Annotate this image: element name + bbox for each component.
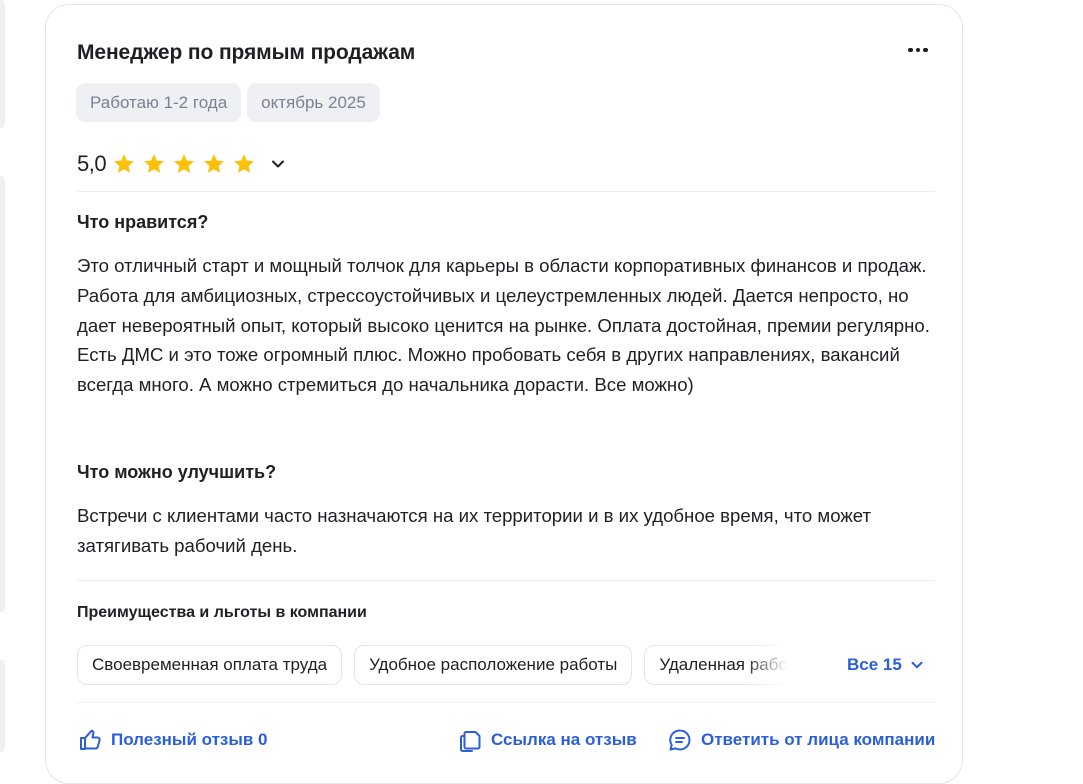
likes-text: Это отличный старт и мощный толчок для к… (77, 255, 930, 396)
divider (77, 191, 935, 192)
benefit-chip: Удобное расположение работы (354, 645, 633, 685)
useful-review-label: Полезный отзыв 0 (111, 730, 268, 749)
copy-icon (460, 731, 481, 752)
rating-stars (112, 152, 256, 176)
chevron-down-icon[interactable] (268, 154, 288, 174)
thumb-up-icon (80, 729, 101, 750)
review-actions: Полезный отзыв 0 Ссылка на отзыв Ответит… (77, 727, 937, 759)
more-options-button[interactable] (904, 39, 932, 61)
benefit-chip: Своевременная оплата труда (77, 645, 343, 685)
show-all-label: Все 15 (847, 655, 902, 674)
star-icon (174, 154, 194, 173)
reply-as-company-button[interactable]: Ответить от лица компании (667, 727, 935, 753)
benefits-list: Своевременная оплата труда Удобное распо… (77, 645, 789, 685)
improve-text: Встречи с клиентами часто назначаются на… (77, 505, 872, 556)
useful-review-button[interactable]: Полезный отзыв 0 (77, 727, 268, 753)
show-all-benefits-button[interactable]: Все 15 (847, 655, 926, 675)
review-tags: Работаю 1-2 года октябрь 2025 (76, 83, 380, 122)
chevron-down-icon (911, 661, 923, 669)
star-icon (204, 154, 224, 173)
review-link-button[interactable]: Ссылка на отзыв (457, 727, 637, 753)
review-link-label: Ссылка на отзыв (491, 730, 637, 749)
tag-date: октябрь 2025 (247, 83, 380, 122)
left-edge-card (0, 660, 5, 752)
improve-heading: Что можно улучшить? (77, 462, 277, 482)
more-icon (908, 47, 913, 53)
rating-value: 5,0 (77, 151, 107, 176)
rating-row: 5,0 (77, 151, 288, 177)
divider (77, 702, 935, 703)
divider (77, 580, 935, 581)
star-icon (114, 154, 134, 173)
likes-heading: Что нравится? (77, 212, 209, 232)
review-card: Менеджер по прямым продажам Работаю 1-2 … (45, 4, 963, 784)
benefits-heading: Преимущества и льготы в компании (77, 604, 367, 621)
left-edge-card (0, 0, 5, 128)
reply-as-company-label: Ответить от лица компании (701, 730, 936, 749)
review-title: Менеджер по прямым продажам (77, 41, 416, 64)
tag-experience: Работаю 1-2 года (76, 83, 242, 122)
left-edge-card (0, 176, 5, 612)
benefit-chip: Удаленная работа (644, 645, 789, 685)
star-icon (144, 154, 164, 173)
star-icon (234, 154, 254, 173)
chat-icon (669, 729, 691, 751)
